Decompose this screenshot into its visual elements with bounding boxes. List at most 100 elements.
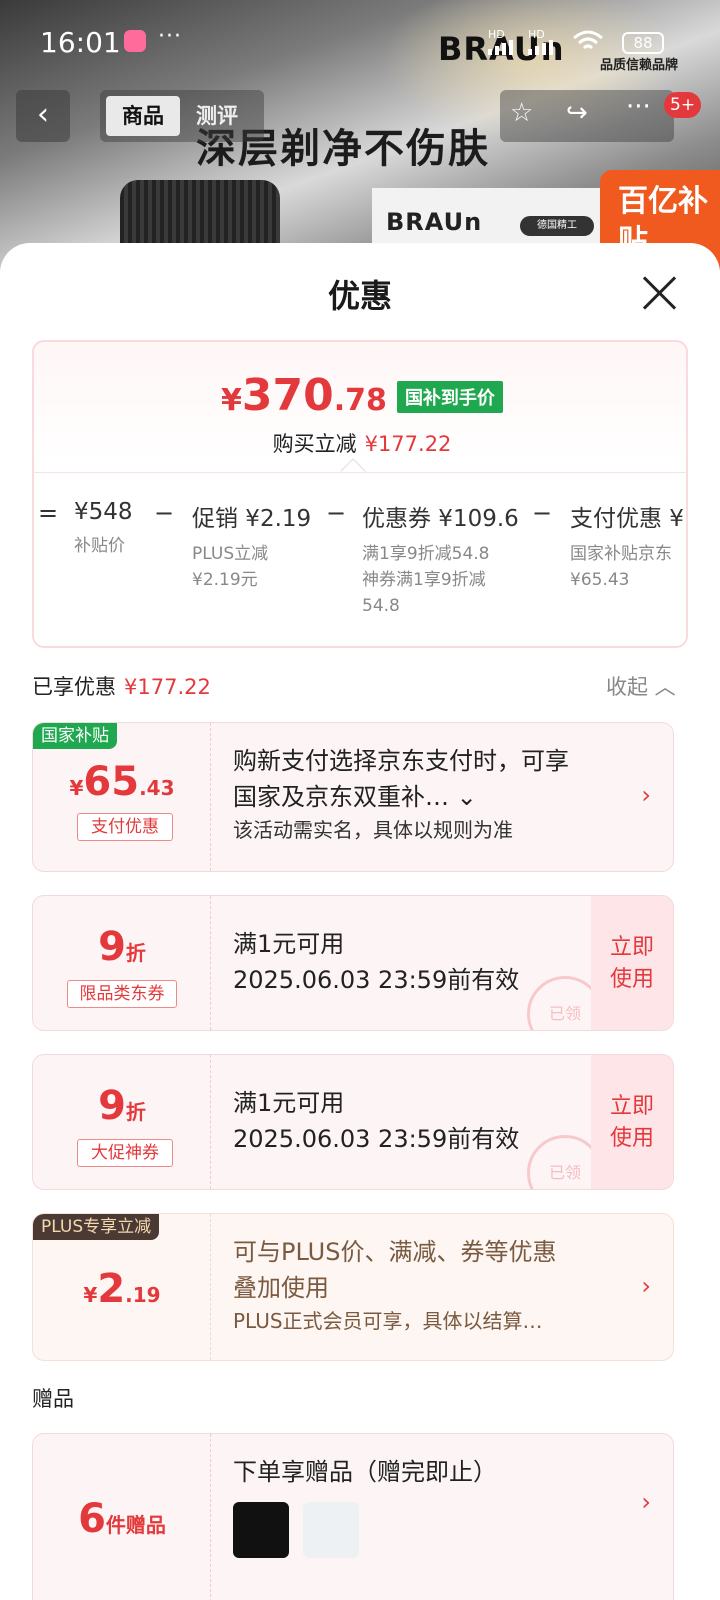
breakdown-op: − xyxy=(532,499,553,527)
price-decimal: .78 xyxy=(333,383,387,418)
enjoyed-value: ¥177.22 xyxy=(124,675,211,699)
breakdown-op: − xyxy=(154,499,175,527)
card-body: 下单享赠品（赠完即止） xyxy=(233,1454,633,1490)
card-amount: 9折 xyxy=(33,1083,211,1129)
plus-card[interactable]: PLUS专享立减 ¥2.19 可与PLUS价、满减、券等优惠 叠加使用 PLUS… xyxy=(32,1213,674,1361)
amount-currency: ¥ xyxy=(83,1283,98,1307)
gift-bottle-image xyxy=(303,1502,359,1558)
plus-tag: PLUS专享立减 xyxy=(33,1214,160,1240)
breakdown-op: = xyxy=(38,499,59,527)
card-line1: 购新支付选择京东支付时，可享 xyxy=(233,747,569,775)
status-more-icon: ··· xyxy=(158,24,182,49)
enjoyed-label: 已享优惠 xyxy=(32,675,116,699)
breakdown-sub: ¥65.43 xyxy=(570,570,630,590)
breakdown-label: 优惠券 ¥109.6 xyxy=(362,506,519,532)
chevron-right-icon[interactable]: › xyxy=(641,781,651,809)
signal-icon-2 xyxy=(528,40,553,55)
breakdown-label: 促销 ¥2.19 xyxy=(192,506,312,532)
breakdown-sub: ¥2.19元 xyxy=(192,570,258,590)
reduce-row: 购买立减 ¥177.22 xyxy=(34,428,686,458)
price-breakdown: = ¥548 补贴价 − 促销 ¥2.19 PLUS立减 ¥2.19元 − 优惠… xyxy=(34,472,686,646)
coupon-card: 9折 限品类东券 满1元可用 2025.06.03 23:59前有效 已领 立即… xyxy=(32,895,674,1031)
breakdown-item: 优惠券 ¥109.6 满1享9折减54.8 神券满1享9折减 54.8 xyxy=(362,499,519,619)
more-icon[interactable]: ··· xyxy=(626,92,651,122)
breakdown-sub-group: 满1享9折减54.8 神券满1享9折减 54.8 xyxy=(362,541,519,619)
card-line2: 叠加使用 xyxy=(233,1274,329,1302)
price-tag: 国补到手价 xyxy=(396,381,503,413)
use-label: 立即 xyxy=(609,935,654,960)
breakdown-sub: 满1享9折减54.8 xyxy=(362,544,490,564)
card-body: 满1元可用 2025.06.03 23:59前有效 xyxy=(233,1085,573,1157)
amount-small: 折 xyxy=(125,941,146,965)
breakdown-sub: PLUS立减 xyxy=(192,544,269,564)
use-now-button[interactable]: 立即 使用 xyxy=(591,896,673,1030)
message-badge: 5+ xyxy=(664,92,702,118)
subsidy-card[interactable]: 国家补贴 ¥65.43 支付优惠 购新支付选择京东支付时，可享 国家及京东双重补… xyxy=(32,722,674,872)
card-line1: 可与PLUS价、满减、券等优惠 xyxy=(233,1238,557,1266)
card-sublabel: 限品类东券 xyxy=(67,980,177,1008)
close-icon[interactable] xyxy=(640,271,680,311)
nav-tabs: 商品 测评 xyxy=(100,90,264,142)
breakdown-item: 支付优惠 ¥ 国家补贴京东 ¥65.43 xyxy=(570,499,684,593)
chevron-right-icon[interactable]: › xyxy=(641,1272,651,1300)
nav-actions: ☆ ↪ ··· xyxy=(500,90,674,142)
card-line2: 2025.06.03 23:59前有效 xyxy=(233,966,520,994)
card-sublabel: 大促神券 xyxy=(77,1139,173,1167)
card-line2: 2025.06.03 23:59前有效 xyxy=(233,1125,520,1153)
breakdown-item: ¥548 补贴价 xyxy=(74,499,133,559)
enjoyed-discount: 已享优惠 ¥177.22 xyxy=(32,671,211,701)
reduce-label: 购买立减 xyxy=(272,432,357,456)
status-time: 16:01 xyxy=(40,26,121,59)
use-label: 立即 xyxy=(609,1094,654,1119)
breakdown-item: 促销 ¥2.19 PLUS立减 ¥2.19元 xyxy=(192,499,311,593)
card-amount: ¥2.19 xyxy=(33,1266,211,1312)
card-amount: 6件赠品 xyxy=(33,1496,211,1542)
card-line3: PLUS正式会员可享，具体以结算… xyxy=(233,1309,543,1333)
card-line2[interactable]: 国家及京东双重补… ⌄ xyxy=(233,779,633,815)
back-button[interactable]: ‹ xyxy=(16,90,70,142)
price-summary: ¥370.78 国补到手价 购买立减 ¥177.22 = ¥548 补贴价 − 促… xyxy=(32,340,688,648)
coupon-card: 9折 大促神券 满1元可用 2025.06.03 23:59前有效 已领 立即 … xyxy=(32,1054,674,1190)
use-now-button[interactable]: 立即 使用 xyxy=(591,1055,673,1189)
card-body: 可与PLUS价、满减、券等优惠 叠加使用 PLUS正式会员可享，具体以结算… xyxy=(233,1234,633,1336)
breakdown-sub: 54.8 xyxy=(362,596,400,616)
gift-section-title: 赠品 xyxy=(32,1387,74,1411)
reduce-value: ¥177.22 xyxy=(364,432,452,456)
chevron-right-icon[interactable]: › xyxy=(641,1488,651,1516)
card-body: 购新支付选择京东支付时，可享 国家及京东双重补… ⌄ 该活动需实名，具体以规则为… xyxy=(233,743,633,845)
amount-small: 折 xyxy=(125,1100,146,1124)
breakdown-sub-group: PLUS立减 ¥2.19元 xyxy=(192,541,311,593)
breakdown-label: 支付优惠 ¥ xyxy=(570,506,684,532)
amount-small: 件赠品 xyxy=(105,1513,166,1537)
price-currency: ¥ xyxy=(221,383,242,418)
gift-card[interactable]: 6件赠品 下单享赠品（赠完即止） › xyxy=(32,1433,674,1600)
tab-product[interactable]: 商品 xyxy=(106,96,180,136)
price-integer: 370 xyxy=(241,370,334,421)
share-icon[interactable]: ↪ xyxy=(566,98,588,128)
signal-icon-1 xyxy=(488,40,513,55)
back-icon: ‹ xyxy=(37,97,49,132)
breakdown-sub: 神券满1享9折减 xyxy=(362,570,486,590)
wifi-icon xyxy=(573,30,603,50)
card-amount: 9折 xyxy=(33,924,211,970)
card-line1: 下单享赠品（赠完即止） xyxy=(233,1458,497,1486)
card-amount: ¥65.43 xyxy=(33,759,211,805)
breakdown-op: − xyxy=(326,499,347,527)
amount-small: .43 xyxy=(139,776,175,800)
collapse-button[interactable]: 收起 ︿ xyxy=(606,671,676,701)
breakdown-label: ¥548 xyxy=(74,499,133,525)
discount-sheet: 优惠 ¥370.78 国补到手价 购买立减 ¥177.22 = ¥548 补贴价 … xyxy=(0,243,720,1600)
app-notification-icon xyxy=(124,30,146,52)
use-label: 使用 xyxy=(609,1126,654,1151)
final-price-row: ¥370.78 国补到手价 xyxy=(34,370,686,421)
amount-big: 9 xyxy=(98,1083,126,1129)
amount-big: 9 xyxy=(98,924,126,970)
gift-bag-image xyxy=(233,1502,289,1558)
star-icon[interactable]: ☆ xyxy=(510,98,533,128)
brand-card-badge: 德国精工 xyxy=(520,216,594,236)
final-price: ¥370.78 xyxy=(221,370,387,421)
amount-big: 2 xyxy=(97,1266,126,1312)
card-sublabel: 支付优惠 xyxy=(77,813,173,841)
card-line1: 满1元可用 xyxy=(233,930,345,958)
tab-review[interactable]: 测评 xyxy=(196,96,238,136)
